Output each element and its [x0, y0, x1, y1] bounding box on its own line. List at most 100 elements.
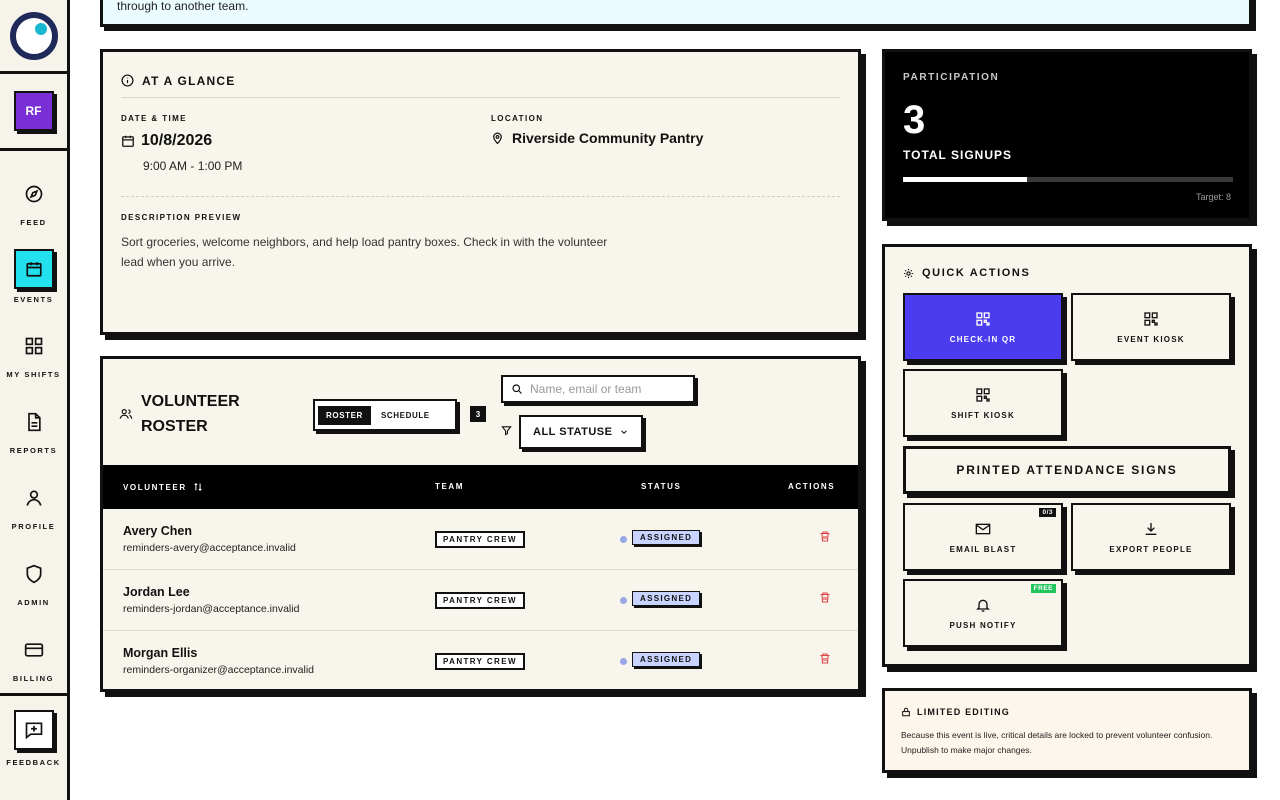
user-icon — [16, 480, 52, 516]
total-signups-label: TOTAL SIGNUPS — [903, 148, 1013, 162]
export-people-button[interactable]: EXPORT PEOPLE — [1071, 503, 1231, 571]
shift-kiosk-label: SHIFT KIOSK — [951, 410, 1015, 420]
column-volunteer-label: VOLUNTEER — [123, 482, 187, 492]
feedback-area: FEEDBACK — [0, 693, 67, 800]
app-logo[interactable] — [9, 11, 58, 60]
limited-editing-header: LIMITED EDITING — [901, 707, 1010, 717]
volunteer-email: reminders-organizer@acceptance.invalid — [123, 664, 314, 676]
avatar[interactable]: RF — [13, 91, 54, 131]
trash-icon[interactable] — [819, 530, 831, 543]
banner-text: through to another team. — [117, 0, 249, 13]
event-location-value: Riverside Community Pantry — [512, 130, 704, 146]
credit-card-icon — [16, 632, 52, 668]
info-banner: through to another team. — [100, 0, 1252, 27]
push-notify-button[interactable]: FREE PUSH NOTIFY — [903, 579, 1063, 647]
map-pin-icon — [493, 132, 502, 145]
qr-code-icon — [1144, 311, 1158, 326]
sidebar-item-label: FEED — [20, 218, 47, 227]
event-time: 9:00 AM - 1:00 PM — [143, 159, 243, 173]
limited-editing-text: Because this event is live, critical det… — [901, 730, 1213, 755]
status-dot — [620, 536, 627, 543]
tab-schedule[interactable]: SCHEDULE — [373, 406, 438, 425]
free-badge: FREE — [1030, 584, 1056, 593]
date-time-label: DATE & TIME — [121, 114, 187, 123]
download-icon — [1145, 522, 1157, 535]
users-icon — [119, 409, 133, 419]
sidebar-item-my-shifts[interactable]: MY SHIFTS — [0, 328, 67, 379]
search-input[interactable] — [530, 382, 680, 396]
gear-icon — [903, 268, 914, 278]
printed-attendance-signs-button[interactable]: PRINTED ATTENDANCE SIGNS — [903, 446, 1231, 494]
volunteer-name: Avery Chen — [123, 524, 193, 538]
column-status: STATUS — [641, 482, 682, 491]
status-badge[interactable]: ASSIGNED — [632, 530, 701, 545]
sidebar-item-label: MY SHIFTS — [6, 370, 61, 379]
sidebar-item-profile[interactable]: PROFILE — [0, 480, 67, 531]
document-icon — [16, 404, 52, 440]
at-a-glance-card: AT A GLANCE DATE & TIME 10/8/2026 9:00 A… — [100, 49, 861, 335]
team-tag: PANTRY CREW — [435, 592, 525, 609]
email-blast-label: EMAIL BLAST — [949, 544, 1017, 554]
tab-roster[interactable]: ROSTER — [318, 405, 371, 425]
divider — [121, 196, 840, 197]
quick-actions-title: QUICK ACTIONS — [922, 267, 1031, 279]
roster-title-text: VOLUNTEER ROSTER — [141, 393, 240, 435]
column-actions: ACTIONS — [788, 482, 836, 491]
lock-icon — [902, 707, 910, 717]
sort-icon — [194, 482, 202, 492]
email-usage-badge: 0/3 — [1039, 508, 1056, 517]
feedback-button[interactable] — [13, 710, 54, 750]
trash-icon[interactable] — [819, 652, 831, 665]
participation-label: PARTICIPATION — [903, 72, 1000, 83]
team-tag: PANTRY CREW — [435, 653, 525, 670]
mail-icon — [975, 523, 991, 534]
checkin-qr-button[interactable]: CHECK-IN QR — [903, 293, 1063, 361]
roster-table-header: VOLUNTEER TEAM STATUS ACTIONS — [103, 465, 858, 509]
sidebar-item-admin[interactable]: ADMIN — [0, 556, 67, 607]
status-dot — [620, 597, 627, 604]
table-row: Avery Chen reminders-avery@acceptance.in… — [103, 509, 858, 570]
status-badge[interactable]: ASSIGNED — [632, 591, 701, 606]
column-volunteer[interactable]: VOLUNTEER — [123, 482, 203, 492]
status-filter-value: ALL STATUSES — [533, 426, 613, 438]
limited-editing-card: LIMITED EDITING Because this event is li… — [882, 688, 1252, 773]
volunteer-roster-card: VOLUNTEER ROSTER ROSTER SCHEDULE 3 ALL S… — [100, 356, 861, 692]
qr-code-icon — [976, 311, 990, 326]
calendar-icon — [13, 249, 54, 289]
glance-title: AT A GLANCE — [142, 73, 236, 88]
status-badge[interactable]: ASSIGNED — [632, 652, 701, 667]
qr-code-icon — [976, 387, 990, 402]
sidebar-item-billing[interactable]: BILLING — [0, 632, 67, 683]
event-kiosk-label: EVENT KIOSK — [1117, 334, 1185, 344]
participation-progress-bar — [903, 177, 1233, 182]
sidebar-item-events[interactable]: EVENTS — [0, 249, 67, 304]
roster-title: VOLUNTEER ROSTER — [119, 389, 241, 439]
event-location: Riverside Community Pantry — [491, 130, 703, 146]
grid-icon — [16, 328, 52, 364]
bell-icon — [976, 599, 990, 612]
location-label: LOCATION — [491, 114, 544, 123]
email-blast-button[interactable]: 0/3 EMAIL BLAST — [903, 503, 1063, 571]
message-plus-icon — [25, 722, 42, 740]
shift-kiosk-button[interactable]: SHIFT KIOSK — [903, 369, 1063, 437]
table-row: Jordan Lee reminders-jordan@acceptance.i… — [103, 570, 858, 631]
event-kiosk-button[interactable]: EVENT KIOSK — [1071, 293, 1231, 361]
sidebar-item-label: ADMIN — [17, 598, 50, 607]
printed-signs-label: PRINTED ATTENDANCE SIGNS — [956, 463, 1178, 477]
trash-icon[interactable] — [819, 591, 831, 604]
logo-area — [0, 0, 67, 74]
event-date-value: 10/8/2026 — [141, 132, 213, 149]
quick-actions-header: QUICK ACTIONS — [903, 267, 1030, 279]
sidebar: RF FEED EVENTS MY SHIFTS REPORTS PROFILE — [0, 0, 70, 800]
volunteer-name: Morgan Ellis — [123, 646, 198, 660]
volunteer-name: Jordan Lee — [123, 585, 190, 599]
sidebar-item-reports[interactable]: REPORTS — [0, 404, 67, 455]
participation-progress-fill — [903, 177, 1027, 182]
glance-header: AT A GLANCE — [121, 72, 840, 98]
description-label: DESCRIPTION PREVIEW — [121, 213, 242, 222]
signup-target: Target: 8 — [1195, 192, 1231, 202]
export-people-label: EXPORT PEOPLE — [1109, 544, 1193, 554]
status-filter-select[interactable]: ALL STATUSES — [519, 415, 643, 449]
sidebar-item-feed[interactable]: FEED — [0, 176, 67, 227]
signup-count: 3 — [903, 98, 926, 142]
